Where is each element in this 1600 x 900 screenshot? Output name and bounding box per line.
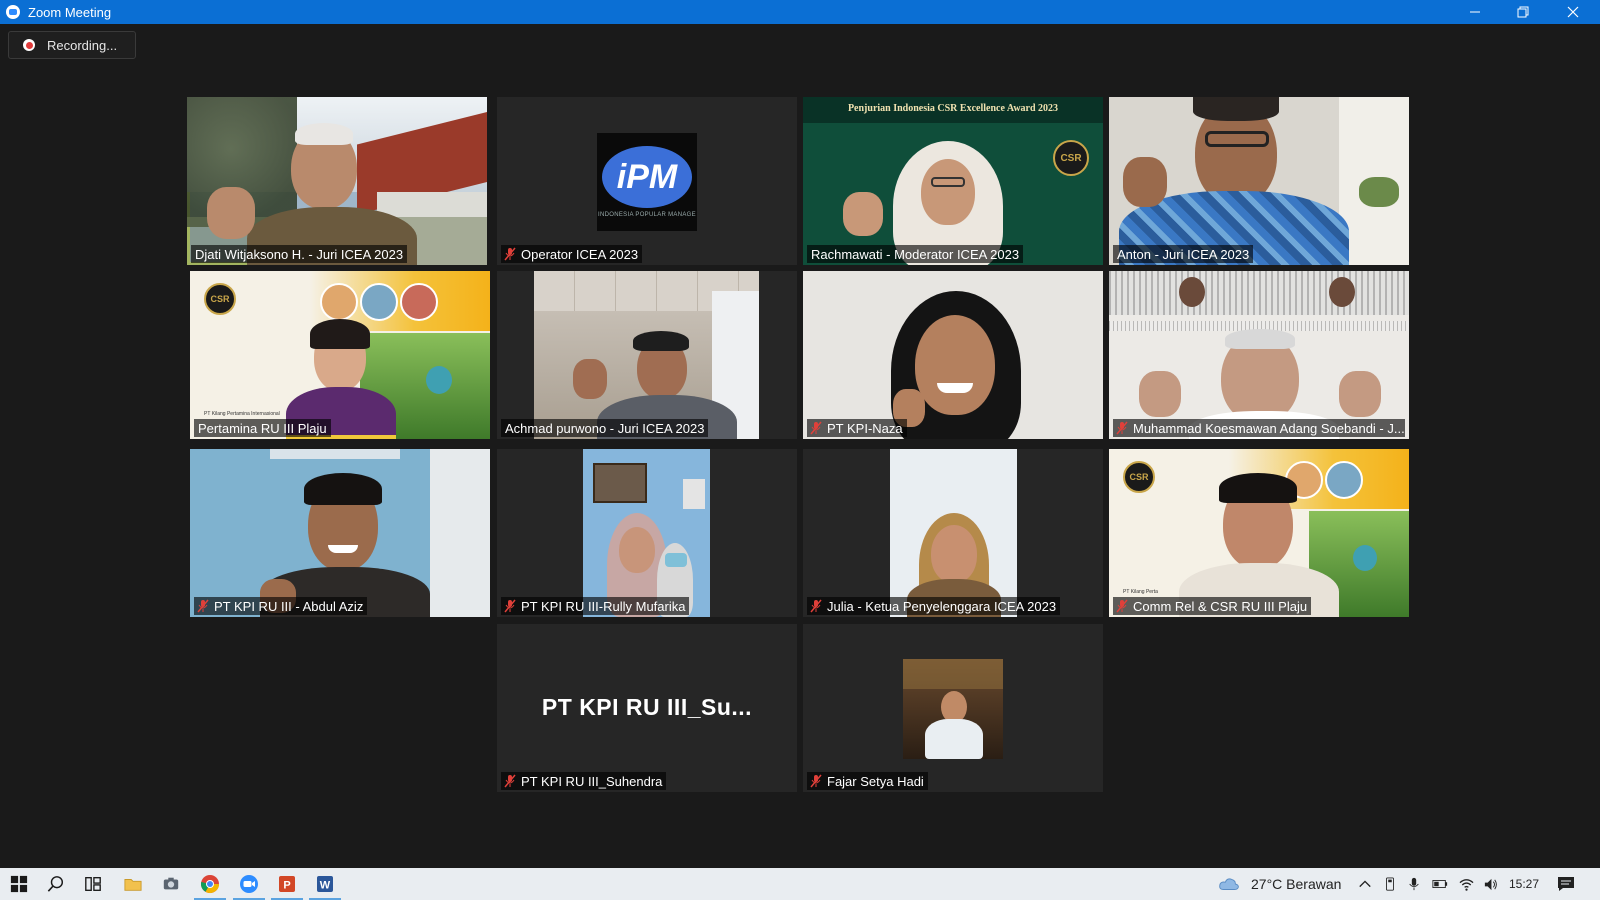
minimize-icon (1470, 11, 1480, 13)
windows-taskbar: P W 27°C Berawan 15:27 (0, 868, 1600, 900)
word-icon: W (317, 876, 333, 892)
profile-picture (903, 659, 1003, 759)
close-button[interactable] (1550, 0, 1596, 24)
participant-name: Djati Witjaksono H. - Juri ICEA 2023 (191, 245, 408, 263)
csr-badge: CSR (204, 283, 236, 315)
participant-name: Fajar Setya Hadi (807, 772, 928, 790)
minimize-button[interactable] (1452, 0, 1498, 24)
participant-tile[interactable]: iPM INDONESIA POPULAR MANAGE Operator IC… (497, 97, 797, 265)
participant-name: Julia - Ketua Penyelenggara ICEA 2023 (807, 597, 1061, 615)
video-off-name: PT KPI RU III_Su... (541, 694, 753, 720)
participant-name: PT KPI-Naza (807, 419, 907, 437)
csr-badge: CSR (1053, 140, 1089, 176)
cloud-icon (1219, 878, 1239, 890)
weather-widget-icon[interactable] (1218, 873, 1240, 895)
participant-name: Pertamina RU III Plaju (194, 419, 331, 437)
usb-tray-icon[interactable] (1379, 873, 1401, 895)
participant-tile[interactable]: Djati Witjaksono H. - Juri ICEA 2023 (187, 97, 487, 265)
muted-mic-icon (810, 599, 822, 613)
participant-name: Muhammad Koesmawan Adang Soebandi - J... (1113, 419, 1405, 437)
show-hidden-icons-button[interactable] (1354, 873, 1376, 895)
notification-center-button[interactable] (1555, 873, 1577, 895)
participant-name: Anton - Juri ICEA 2023 (1113, 245, 1254, 263)
muted-mic-icon (810, 421, 822, 435)
usb-icon (1386, 877, 1394, 891)
task-view-button[interactable] (82, 873, 104, 895)
ipm-logo: iPM INDONESIA POPULAR MANAGE (597, 133, 697, 231)
participant-name: Operator ICEA 2023 (501, 245, 643, 263)
microphone-tray-icon[interactable] (1403, 873, 1425, 895)
participant-tile[interactable]: PT KPI RU III-Rully Mufarika (497, 449, 797, 617)
banner-text: Penjurian Indonesia CSR Excellence Award… (847, 103, 1059, 114)
notification-icon (1558, 877, 1574, 891)
participant-tile[interactable]: Julia - Ketua Penyelenggara ICEA 2023 (803, 449, 1103, 617)
recording-indicator[interactable]: Recording... (8, 31, 136, 59)
participant-tile[interactable]: PT KPI RU III_Su... PT KPI RU III_Suhend… (497, 624, 797, 792)
csr-badge: CSR (1123, 461, 1155, 493)
wifi-tray-icon[interactable] (1455, 873, 1477, 895)
participant-tile[interactable]: Muhammad Koesmawan Adang Soebandi - J... (1109, 271, 1409, 439)
microphone-icon (1409, 877, 1419, 891)
powerpoint-button[interactable]: P (271, 873, 303, 900)
camera-icon (163, 877, 179, 890)
camera-app-button[interactable] (160, 873, 182, 895)
start-button[interactable] (8, 873, 30, 895)
muted-mic-icon (504, 247, 516, 261)
clock[interactable]: 15:27 (1509, 877, 1539, 891)
volume-tray-icon[interactable] (1479, 873, 1501, 895)
zoom-app-icon (6, 5, 20, 19)
zoom-icon (240, 875, 258, 893)
muted-mic-icon (810, 774, 822, 788)
corner-text: PT Kilang Perta (1123, 589, 1158, 595)
word-button[interactable]: W (309, 873, 341, 900)
participant-tile[interactable]: PT KPI-Naza (803, 271, 1103, 439)
muted-mic-icon (1116, 599, 1128, 613)
muted-mic-icon (197, 599, 209, 613)
participant-tile[interactable]: Penjurian Indonesia CSR Excellence Award… (803, 97, 1103, 265)
svg-text:P: P (283, 880, 290, 892)
svg-text:W: W (320, 880, 331, 892)
participant-tile[interactable]: CSR PT Kilang Pertamina Internasional Pe… (190, 271, 490, 439)
restore-button[interactable] (1500, 0, 1546, 24)
participant-name: PT KPI RU III-Rully Mufarika (501, 597, 690, 615)
participant-tile[interactable]: Achmad purwono - Juri ICEA 2023 (497, 271, 797, 439)
participant-tile[interactable]: Fajar Setya Hadi (803, 624, 1103, 792)
participant-name: PT KPI RU III_Suhendra (501, 772, 667, 790)
window-title: Zoom Meeting (28, 4, 112, 20)
task-view-icon (85, 877, 101, 891)
participant-name: Rachmawati - Moderator ICEA 2023 (807, 245, 1024, 263)
chrome-icon (200, 875, 219, 894)
record-icon (23, 39, 35, 51)
folder-icon (124, 879, 142, 891)
weather-text[interactable]: 27°C Berawan (1251, 876, 1341, 892)
corner-text: PT Kilang Pertamina Internasional (204, 411, 280, 417)
recording-label: Recording... (47, 37, 118, 53)
participant-tile[interactable]: PT KPI RU III - Abdul Aziz (190, 449, 490, 617)
participant-name: PT KPI RU III - Abdul Aziz (194, 597, 368, 615)
search-button[interactable] (45, 873, 67, 895)
powerpoint-icon: P (279, 876, 295, 892)
windows-icon (10, 875, 28, 893)
search-icon (47, 876, 64, 892)
muted-mic-icon (1116, 421, 1128, 435)
participant-tile[interactable]: CSR PT Kilang Perta Comm Rel & CSR RU II… (1109, 449, 1409, 617)
battery-icon (1432, 880, 1448, 888)
title-bar: Zoom Meeting (0, 0, 1600, 24)
battery-tray-icon[interactable] (1429, 873, 1451, 895)
muted-mic-icon (504, 599, 516, 613)
participant-name: Comm Rel & CSR RU III Plaju (1113, 597, 1312, 615)
participant-name: Achmad purwono - Juri ICEA 2023 (501, 419, 709, 437)
file-explorer-button[interactable] (122, 873, 144, 895)
chevron-up-icon (1359, 880, 1371, 888)
muted-mic-icon (504, 774, 516, 788)
zoom-button[interactable] (233, 873, 265, 900)
restore-icon (1517, 6, 1529, 18)
wifi-icon (1459, 878, 1473, 891)
chrome-button[interactable] (194, 873, 226, 900)
speaker-icon (1484, 878, 1497, 890)
participant-tile[interactable]: Anton - Juri ICEA 2023 (1109, 97, 1409, 265)
close-icon (1567, 6, 1579, 18)
